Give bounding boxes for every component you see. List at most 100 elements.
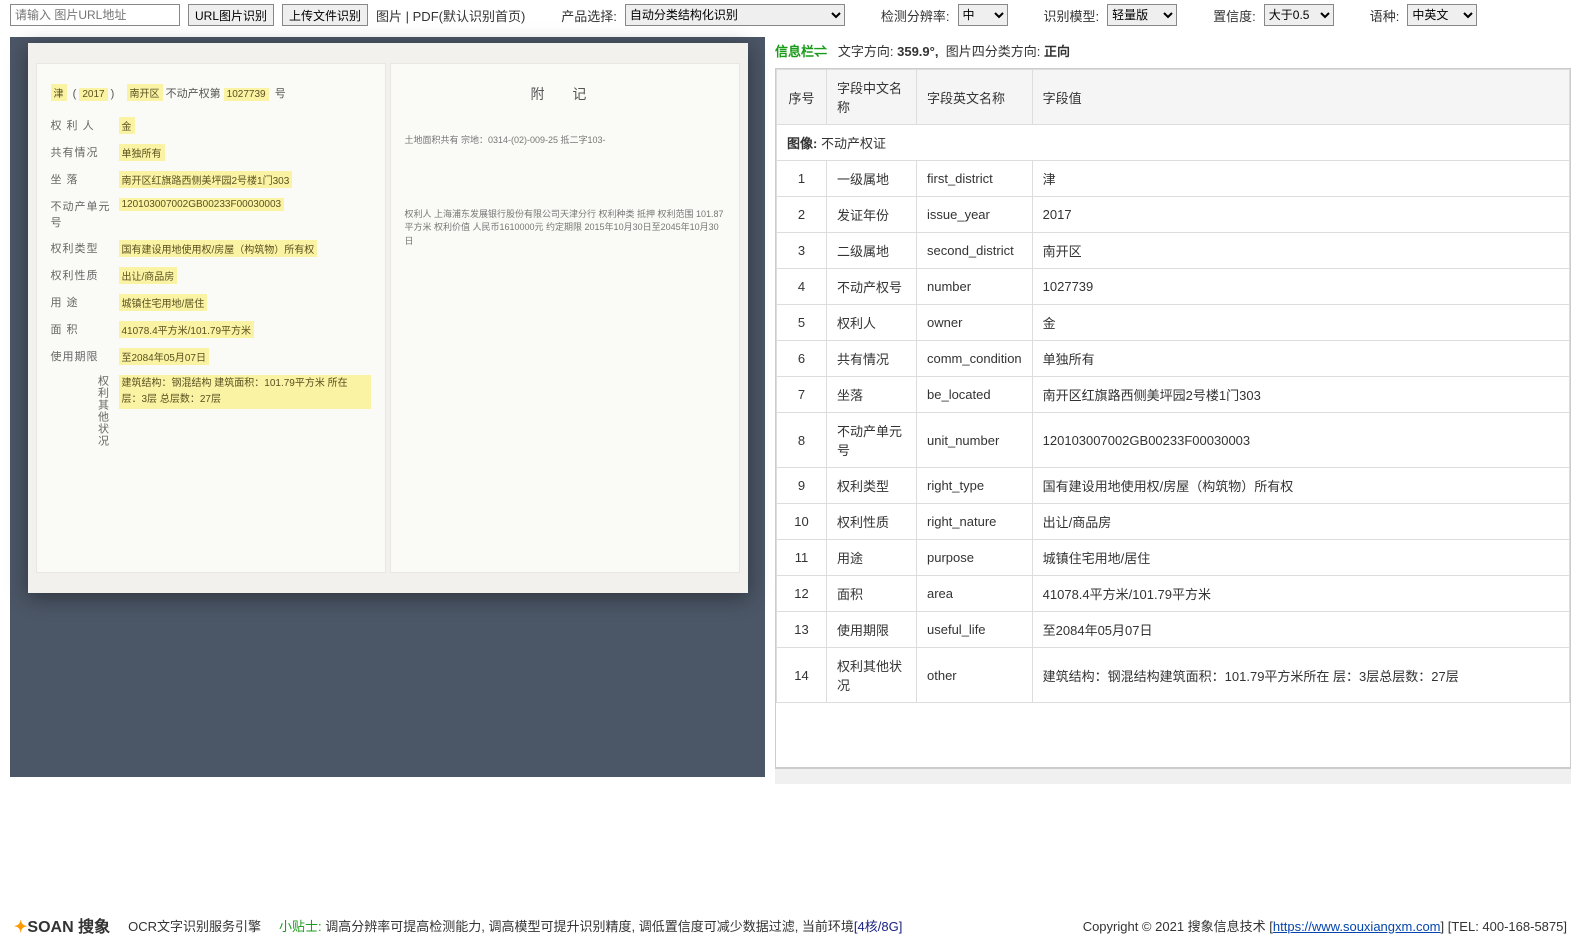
cell-cn: 坐落	[827, 377, 917, 413]
document-image: 津 ( 2017 ) 南开区 不动产权第 1027739 号 权 利 人金共有情…	[28, 43, 748, 593]
cell-cn: 不动产权号	[827, 269, 917, 305]
cell-num: 1	[777, 161, 827, 197]
cell-en: second_district	[917, 233, 1033, 269]
cell-val: 建筑结构：钢混结构建筑面积：101.79平方米所在 层：3层总层数：27层	[1032, 648, 1569, 703]
hl-district1: 津	[51, 84, 67, 101]
language-select[interactable]: 中英文	[1407, 4, 1477, 26]
upload-recognize-button[interactable]: 上传文件识别	[282, 4, 368, 26]
engine-label: OCR文字识别服务引擎	[128, 916, 261, 935]
logo: ✦SOAN 搜象	[14, 913, 110, 937]
cell-val: 金	[1032, 305, 1569, 341]
th-cn: 字段中文名称	[827, 70, 917, 125]
copyright-link[interactable]: https://www.souxiangxm.com	[1273, 919, 1441, 934]
cell-val: 出让/商品房	[1032, 504, 1569, 540]
cell-cn: 发证年份	[827, 197, 917, 233]
doc-row-key: 权利类型	[51, 240, 111, 256]
horizontal-scrollbar[interactable]	[775, 768, 1571, 784]
th-val: 字段值	[1032, 70, 1569, 125]
cell-val: 单独所有	[1032, 341, 1569, 377]
table-row: 9权利类型right_type国有建设用地使用权/房屋（构筑物）所有权	[777, 468, 1570, 504]
cell-num: 7	[777, 377, 827, 413]
cell-num: 12	[777, 576, 827, 612]
confidence-label: 置信度:	[1213, 6, 1256, 25]
model-select[interactable]: 轻量版	[1107, 4, 1177, 26]
cell-en: other	[917, 648, 1033, 703]
cell-num: 3	[777, 233, 827, 269]
product-label: 产品选择:	[561, 6, 617, 25]
img-row-label: 图像:	[787, 136, 817, 151]
hl-prefix: 不动产权第	[166, 88, 221, 100]
doc-row-key: 共有情况	[51, 144, 111, 160]
info-dir-label: 文字方向:	[838, 44, 894, 59]
cell-en: area	[917, 576, 1033, 612]
hl-district2: 南开区	[127, 84, 163, 101]
doc-row-value: 至2084年05月07日	[119, 348, 210, 365]
doc-other-value: 建筑结构：钢混结构 建筑面积：101.79平方米 所在 层：3层 总层数：27层	[119, 375, 371, 409]
cell-val: 41078.4平方米/101.79平方米	[1032, 576, 1569, 612]
cell-val: 国有建设用地使用权/房屋（构筑物）所有权	[1032, 468, 1569, 504]
doc-row-key: 权利性质	[51, 267, 111, 283]
doc-row-value: 41078.4平方米/101.79平方米	[119, 321, 255, 338]
info-quad-label: 图片四分类方向:	[946, 44, 1041, 59]
result-panel: 信息栏⇌ 文字方向: 359.9°, 图片四分类方向: 正向 序号 字段中文名称…	[775, 37, 1571, 784]
hl-suffix: 号	[275, 88, 286, 100]
th-num: 序号	[777, 70, 827, 125]
doc-row-key: 使用期限	[51, 348, 111, 364]
copyright: Copyright © 2021 搜象信息技术 [https://www.sou…	[1083, 916, 1567, 935]
table-row: 5权利人owner金	[777, 305, 1570, 341]
language-label: 语种:	[1370, 6, 1400, 25]
cell-val: 至2084年05月07日	[1032, 612, 1569, 648]
cell-val: 城镇住宅用地/居住	[1032, 540, 1569, 576]
table-row: 1一级属地first_district津	[777, 161, 1570, 197]
table-row: 10权利性质right_nature出让/商品房	[777, 504, 1570, 540]
confidence-select[interactable]: 大于0.5	[1264, 4, 1334, 26]
cell-num: 11	[777, 540, 827, 576]
doc-row-key: 用 途	[51, 294, 111, 310]
doc-page-left: 津 ( 2017 ) 南开区 不动产权第 1027739 号 权 利 人金共有情…	[36, 63, 386, 573]
cell-en: comm_condition	[917, 341, 1033, 377]
resolution-label: 检测分辨率:	[881, 6, 950, 25]
cell-cn: 使用期限	[827, 612, 917, 648]
cell-num: 9	[777, 468, 827, 504]
table-row: 6共有情况comm_condition单独所有	[777, 341, 1570, 377]
cell-num: 10	[777, 504, 827, 540]
info-dir-value: 359.9°,	[897, 44, 938, 59]
cell-cn: 权利人	[827, 305, 917, 341]
resolution-select[interactable]: 中	[958, 4, 1008, 26]
cell-en: be_located	[917, 377, 1033, 413]
doc-row-value: 城镇住宅用地/居住	[119, 294, 208, 311]
table-row: 13使用期限useful_life至2084年05月07日	[777, 612, 1570, 648]
cell-en: unit_number	[917, 413, 1033, 468]
cell-num: 5	[777, 305, 827, 341]
cell-num: 4	[777, 269, 827, 305]
table-row: 8不动产单元号unit_number120103007002GB00233F00…	[777, 413, 1570, 468]
table-row: 3二级属地second_district南开区	[777, 233, 1570, 269]
doc-row-value: 出让/商品房	[119, 267, 178, 284]
doc-row-value: 120103007002GB00233F00030003	[119, 198, 285, 211]
cell-cn: 用途	[827, 540, 917, 576]
doc-row-value: 国有建设用地使用权/房屋（构筑物）所有权	[119, 240, 318, 257]
table-row: 12面积area41078.4平方米/101.79平方米	[777, 576, 1570, 612]
cell-val: 津	[1032, 161, 1569, 197]
cell-num: 6	[777, 341, 827, 377]
cell-val: 南开区红旗路西侧美坪园2号楼1门303	[1032, 377, 1569, 413]
toolbar: URL图片识别 上传文件识别 图片 | PDF(默认识别首页) 产品选择: 自动…	[0, 0, 1581, 31]
url-recognize-button[interactable]: URL图片识别	[188, 4, 274, 26]
url-input[interactable]	[10, 4, 180, 26]
cell-num: 2	[777, 197, 827, 233]
cell-cn: 权利类型	[827, 468, 917, 504]
table-row: 4不动产权号number1027739	[777, 269, 1570, 305]
doc-row-value: 金	[119, 117, 135, 134]
doc-row-value: 单独所有	[119, 144, 165, 161]
cell-val: 120103007002GB00233F00030003	[1032, 413, 1569, 468]
doc-row-key: 不动产单元号	[51, 198, 111, 230]
cell-cn: 不动产单元号	[827, 413, 917, 468]
table-row: 14权利其他状况other建筑结构：钢混结构建筑面积：101.79平方米所在 层…	[777, 648, 1570, 703]
product-select[interactable]: 自动分类结构化识别	[625, 4, 845, 26]
result-table-wrap[interactable]: 序号 字段中文名称 字段英文名称 字段值 图像: 不动产权证 1一级属地firs…	[775, 68, 1571, 768]
cell-num: 13	[777, 612, 827, 648]
doc-right-title: 附 记	[405, 84, 725, 104]
tip-text: 调高分辨率可提高检测能力, 调高模型可提升识别精度, 调低置信度可减少数据过滤,…	[325, 919, 854, 934]
filetype-label: 图片 | PDF(默认识别首页)	[376, 6, 525, 25]
cell-val: 1027739	[1032, 269, 1569, 305]
